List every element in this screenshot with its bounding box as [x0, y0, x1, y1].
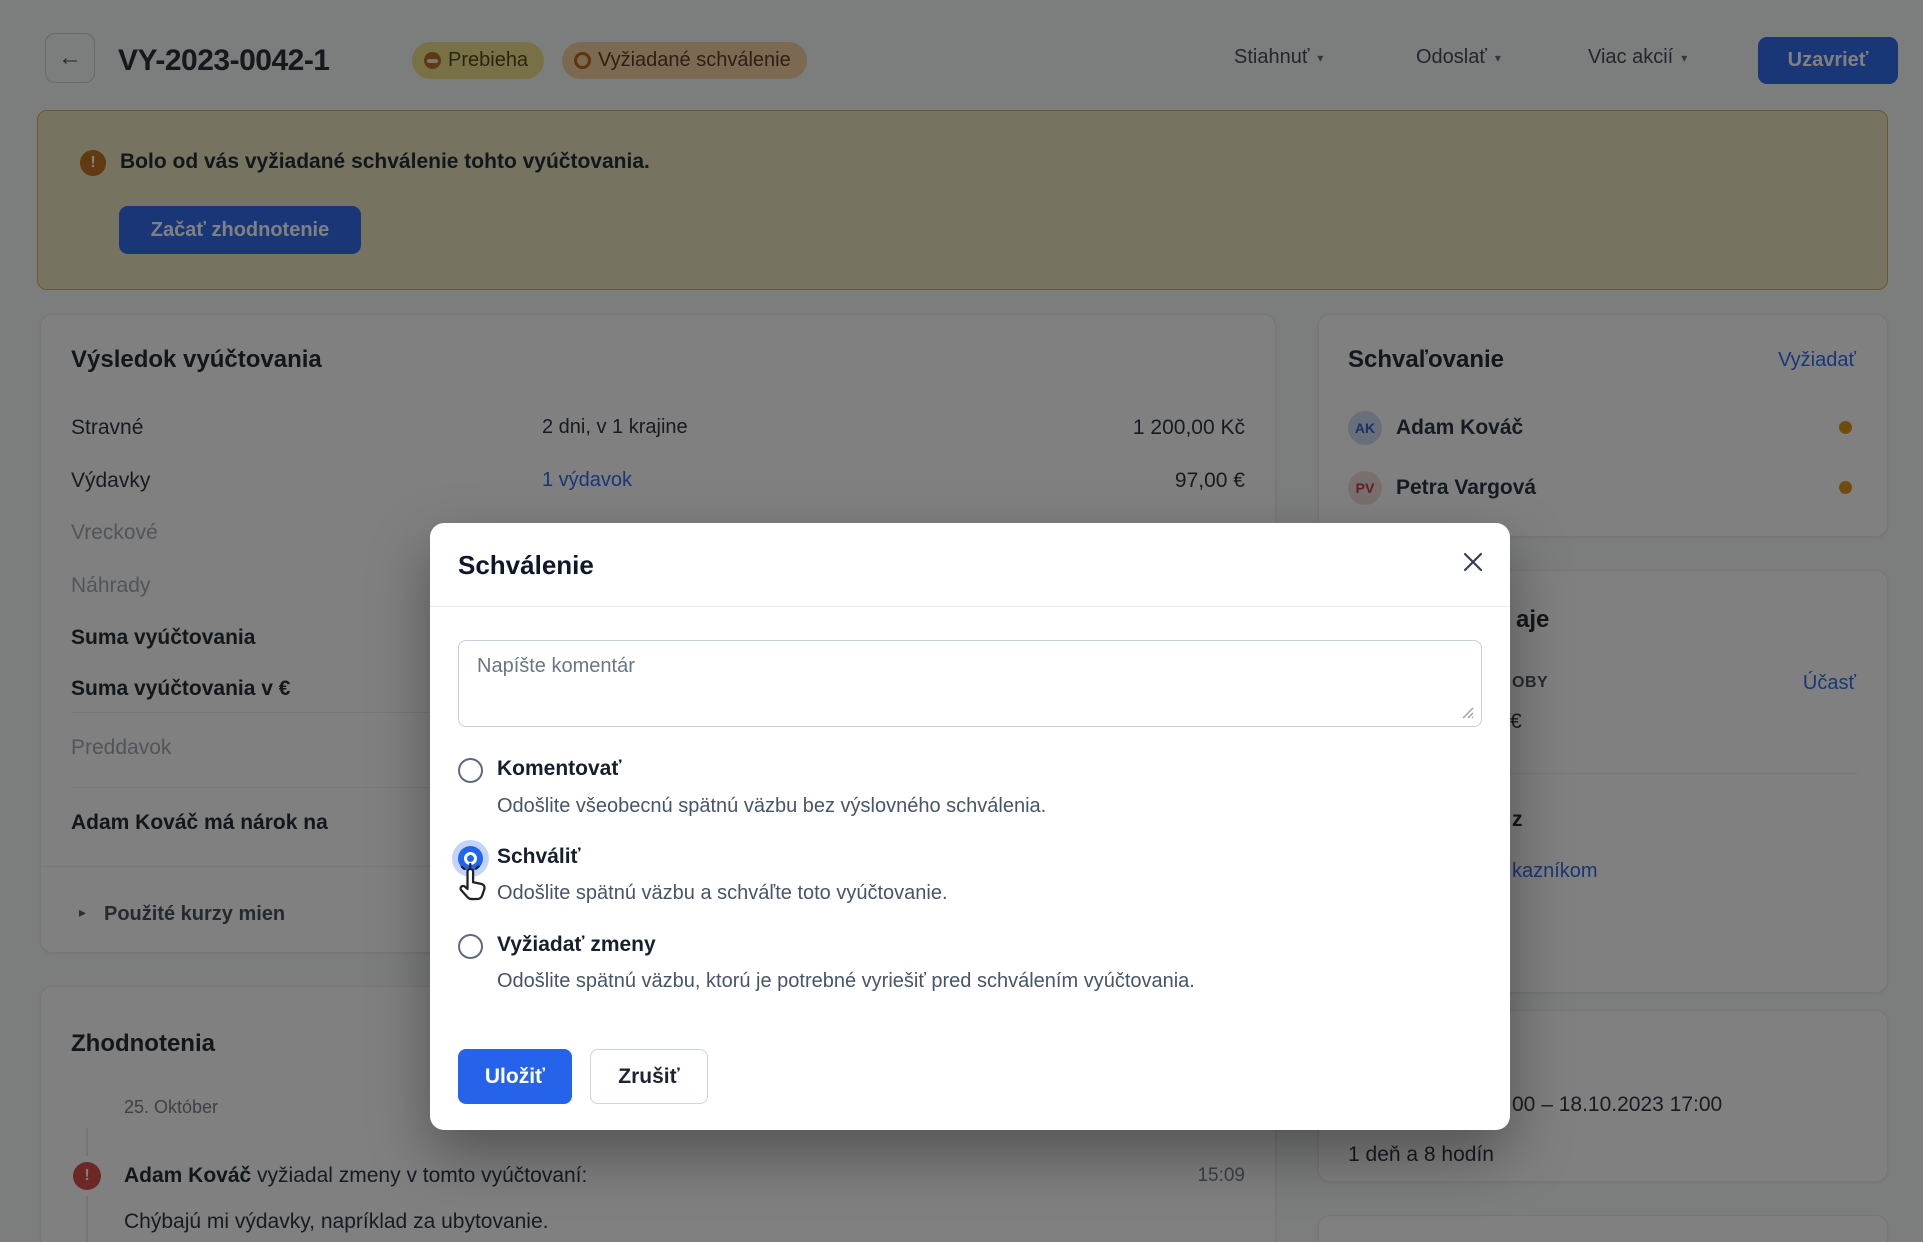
- radio-approve-label: Schváliť: [497, 845, 581, 869]
- modal-header-divider: [430, 606, 1510, 607]
- cancel-button[interactable]: Zrušiť: [590, 1049, 708, 1104]
- save-button[interactable]: Uložiť: [458, 1049, 572, 1104]
- radio-request-changes-label: Vyžiadať zmeny: [497, 933, 656, 957]
- page: ← VY-2023-0042-1 Prebieha Vyžiadané schv…: [0, 0, 1923, 1242]
- hand-cursor-icon: [450, 863, 492, 905]
- close-icon[interactable]: [1460, 549, 1486, 575]
- radio-comment-description: Odošlite všeobecnú spätnú väzbu bez výsl…: [497, 795, 1046, 818]
- radio-approve-description: Odošlite spätnú väzbu a schváľte toto vy…: [497, 882, 948, 905]
- radio-request-changes[interactable]: [458, 934, 483, 959]
- approval-modal: Schválenie Komentovať Odošlite všeobecnú…: [430, 523, 1510, 1130]
- radio-comment-label: Komentovať: [497, 757, 621, 781]
- comment-input[interactable]: [458, 640, 1482, 727]
- modal-title: Schválenie: [458, 550, 594, 581]
- radio-request-changes-description: Odošlite spätnú väzbu, ktorú je potrebné…: [497, 970, 1195, 993]
- radio-comment[interactable]: [458, 758, 483, 783]
